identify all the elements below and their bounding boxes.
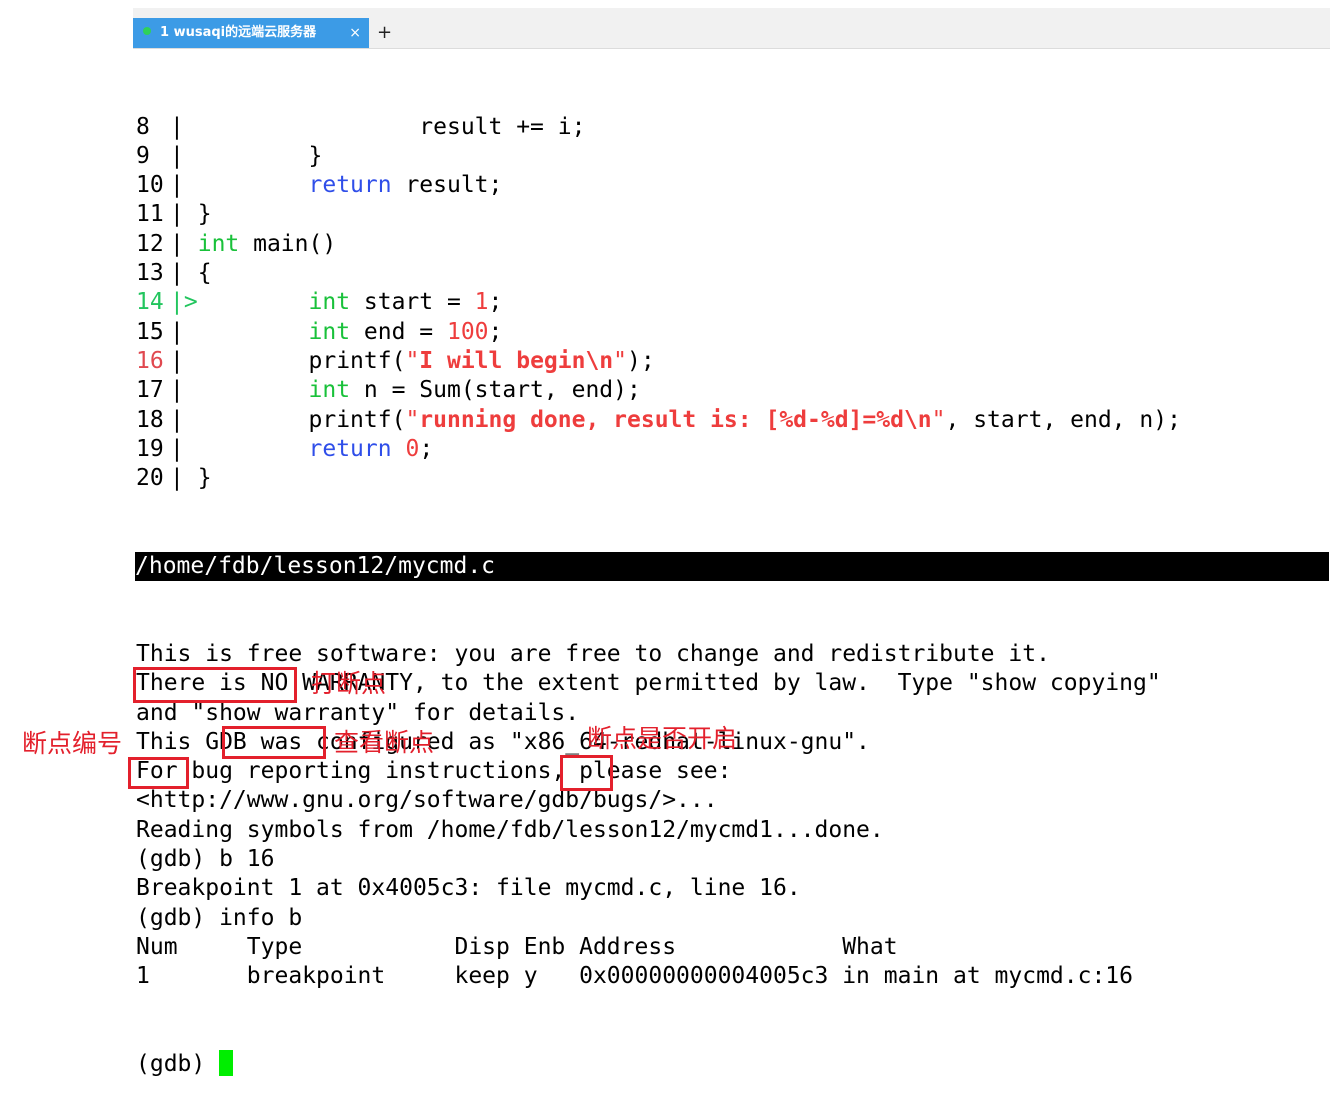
- source-line: 10 | return result;: [136, 171, 1330, 200]
- console-line: (gdb) b 16: [136, 846, 275, 873]
- console-line: This is free software: you are free to c…: [136, 640, 1050, 667]
- close-tab-icon[interactable]: ×: [349, 18, 361, 48]
- console-line: For bug reporting instructions, please s…: [136, 758, 732, 785]
- console-line: <http://www.gnu.org/software/gdb/bugs/>.…: [136, 787, 718, 814]
- source-line: 19 | return 0;: [136, 435, 1330, 464]
- line-number: 8: [136, 113, 150, 140]
- source-line: 11 | }: [136, 200, 1330, 229]
- tab-bar: 1 wusaqi的远端云服务器 × +: [133, 8, 1330, 49]
- new-tab-button[interactable]: +: [377, 18, 392, 48]
- line-number: 16: [136, 347, 164, 374]
- source-code: }: [197, 201, 212, 228]
- annotation-box-enb: [560, 755, 613, 791]
- terminal-cursor: [219, 1050, 234, 1077]
- line-number: 19: [136, 435, 164, 462]
- source-line: 18 | printf("running done, result is: [%d…: [136, 406, 1330, 435]
- source-code: printf("I will begin\n");: [197, 347, 655, 374]
- source-code: int n = Sum(start, end);: [308, 377, 641, 404]
- source-line: 17 | int n = Sum(start, end);: [136, 376, 1330, 405]
- annotation-view-breakpoints: 查看断点: [334, 728, 435, 757]
- gdb-prompt: (gdb): [136, 1051, 220, 1078]
- line-number: 15: [136, 318, 164, 345]
- gdb-prompt-line[interactable]: (gdb): [136, 1050, 1330, 1079]
- line-number: 18: [136, 406, 164, 433]
- source-code: return 0;: [308, 435, 434, 462]
- console-line: Reading symbols from /home/fdb/lesson12/…: [136, 816, 884, 843]
- source-code: }: [197, 465, 212, 492]
- source-line: 14 |> int start = 1;: [136, 288, 1330, 317]
- annotation-breakpoint-number: 断点编号: [22, 729, 123, 758]
- source-view: 8 | result += i; 9 | } 10 | return result; 11 |…: [136, 113, 1330, 494]
- source-line: 13 | {: [136, 259, 1330, 288]
- console-line: Breakpoint 1 at 0x4005c3: file mycmd.c, …: [136, 875, 801, 902]
- terminal[interactable]: 8 | result += i; 9 | } 10 | return result; 11 |…: [135, 54, 1330, 1109]
- line-number: 17: [136, 377, 164, 404]
- source-line: 12 | int main(): [136, 230, 1330, 259]
- annotation-set-breakpoint: 打断点: [311, 669, 387, 698]
- line-number: 11: [136, 201, 164, 228]
- source-file-status-bar: /home/fdb/lesson12/mycmd.c: [135, 552, 1329, 582]
- line-number: 12: [136, 230, 164, 257]
- source-line: 8 | result += i;: [136, 113, 1330, 142]
- source-code: int start = 1;: [308, 289, 503, 316]
- source-code: printf("running done, result is: [%d-%d]…: [197, 406, 1181, 433]
- source-code: result += i;: [197, 113, 586, 140]
- annotation-box-info-b: [222, 726, 326, 759]
- line-number: 14: [136, 289, 164, 316]
- source-line: 9 | }: [136, 142, 1330, 171]
- console-line: Num Type Disp Enb Address What: [136, 933, 898, 960]
- annotation-breakpoint-enabled: 断点是否开启: [587, 724, 738, 753]
- annotation-box-b16: [133, 667, 297, 703]
- connected-status-icon: [143, 27, 151, 35]
- line-number: 20: [136, 465, 164, 492]
- console-line: (gdb) info b: [136, 904, 303, 931]
- session-tab-label: 1 wusaqi的远端云服务器: [160, 25, 317, 40]
- source-code: }: [197, 142, 323, 169]
- console-line: 1 breakpoint keep y 0x00000000004005c3 i…: [136, 963, 1133, 990]
- source-line: 16 | printf("I will begin\n");: [136, 347, 1330, 376]
- current-line-marker: >: [183, 289, 198, 316]
- source-code: {: [197, 260, 212, 287]
- source-line: 15 | int end = 100;: [136, 318, 1330, 347]
- annotation-box-num: [128, 757, 189, 789]
- source-line: 20 | }: [136, 464, 1330, 493]
- session-tab[interactable]: 1 wusaqi的远端云服务器 ×: [133, 18, 369, 48]
- source-code: int main(): [197, 230, 337, 257]
- line-number: 9: [136, 142, 150, 169]
- source-code: return result;: [308, 172, 503, 199]
- line-number: 13: [136, 260, 164, 287]
- source-code: int end = 100;: [308, 318, 503, 345]
- line-number: 10: [136, 172, 164, 199]
